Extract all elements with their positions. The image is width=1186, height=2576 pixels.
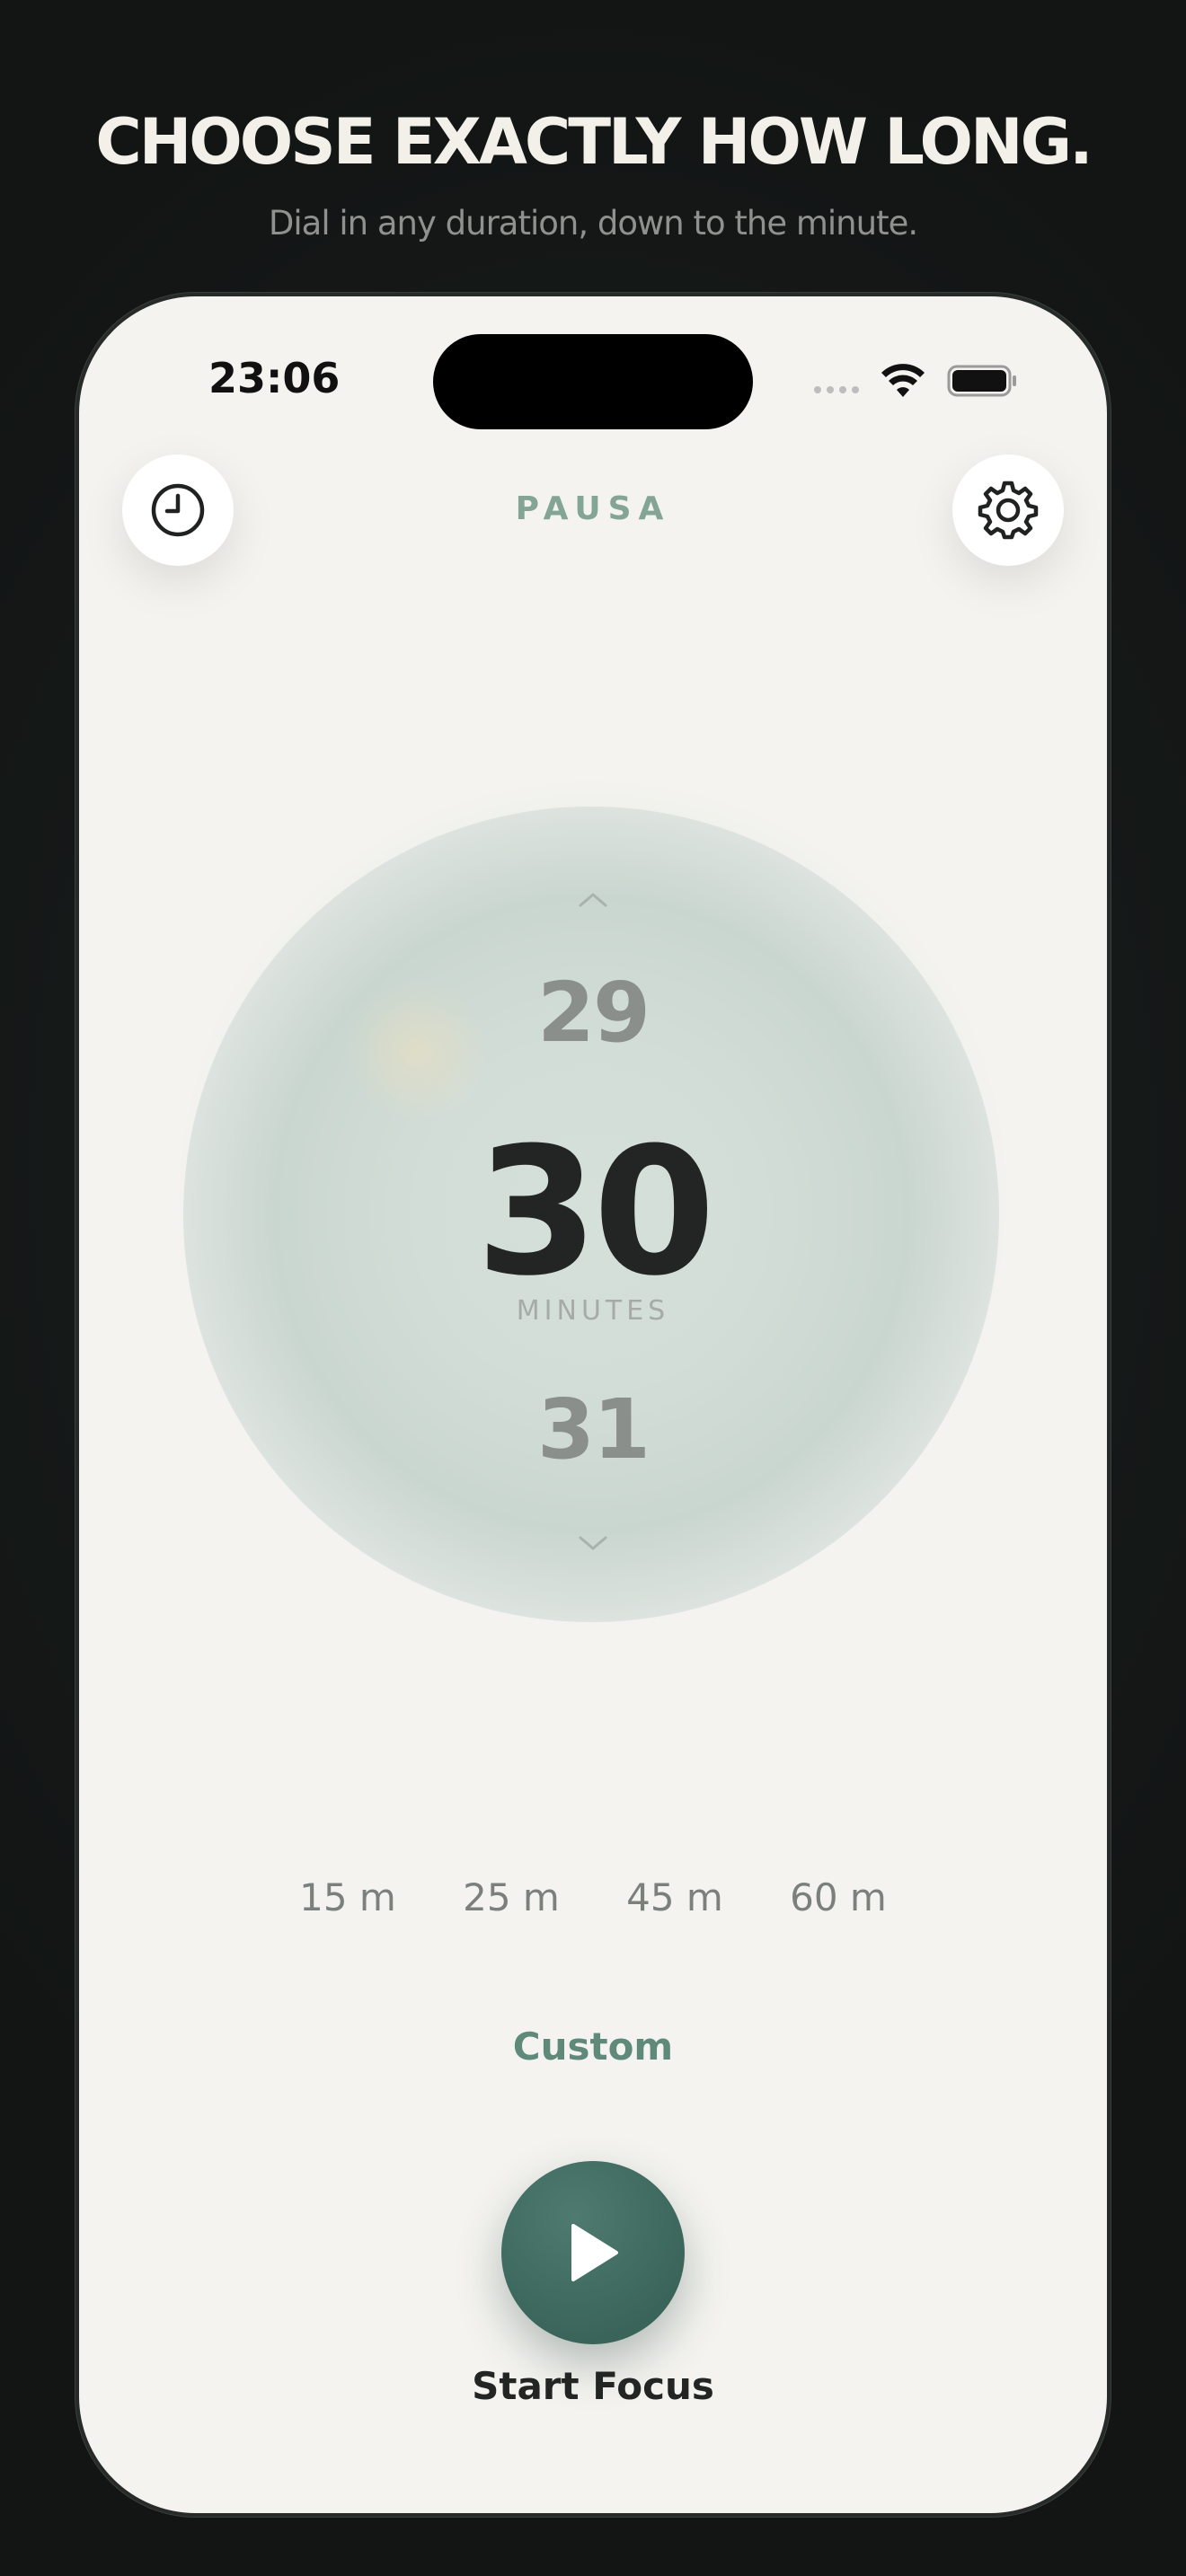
- custom-button[interactable]: Custom: [79, 2025, 1107, 2069]
- gear-icon: [978, 481, 1039, 540]
- settings-button[interactable]: [952, 454, 1064, 566]
- preset-row: 15 m 25 m 45 m 60 m: [79, 1875, 1107, 1919]
- current-value: 30: [475, 1110, 716, 1315]
- start-focus-button[interactable]: [501, 2161, 685, 2344]
- wifi-icon: [881, 364, 925, 397]
- dynamic-island: [433, 334, 753, 429]
- preset-25[interactable]: 25 m: [429, 1875, 593, 1919]
- promo-subheadline: Dial in any duration, down to the minute…: [268, 204, 918, 243]
- preset-45[interactable]: 45 m: [593, 1875, 757, 1919]
- preset-60[interactable]: 60 m: [757, 1875, 920, 1919]
- chevron-down-icon[interactable]: [575, 1532, 611, 1554]
- chevron-up-icon[interactable]: [575, 889, 611, 911]
- start-focus-label[interactable]: Start Focus: [79, 2364, 1107, 2408]
- signal-icon: [814, 386, 859, 393]
- status-time: 23:06: [208, 354, 341, 402]
- play-icon: [571, 2224, 618, 2281]
- battery-icon: [947, 365, 1016, 397]
- promo-headline: CHOOSE EXACTLY HOW LONG.: [95, 105, 1093, 179]
- unit-label: MINUTES: [516, 1295, 670, 1327]
- preset-15[interactable]: 15 m: [266, 1875, 429, 1919]
- next-value[interactable]: 31: [79, 1381, 1107, 1478]
- previous-value[interactable]: 29: [79, 965, 1107, 1061]
- phone-screen: 23:06 PAUSA 29 30 MINUTES 31 15 m 25 m 4…: [79, 296, 1107, 2513]
